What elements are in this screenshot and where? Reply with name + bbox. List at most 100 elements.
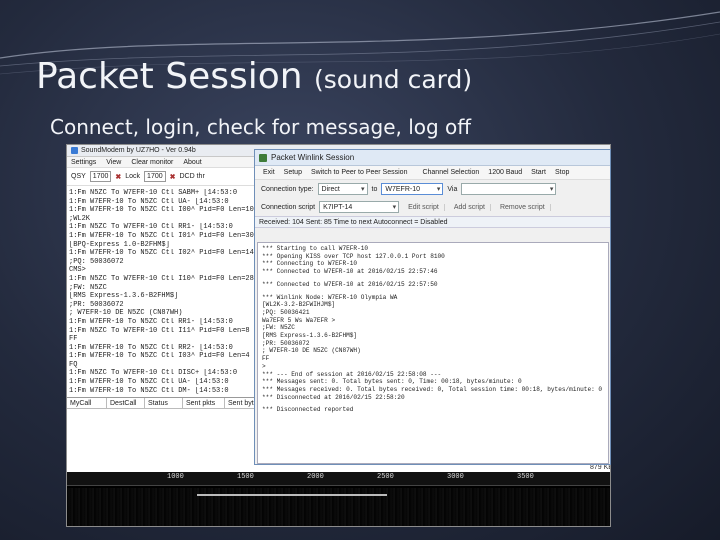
log-line: 1:Fm W7EFR-10 To N5ZC Ctl I00^ Pid=F0 Le… xyxy=(69,206,254,215)
sm-close-a-icon[interactable]: ✖ xyxy=(115,173,121,181)
log-line: [RMS Express-1.3.6-B2FHM$] xyxy=(262,332,358,340)
sm-col-status[interactable]: Status xyxy=(145,398,183,408)
log-line: [RMS Express-1.3.6-B2FHM$] xyxy=(69,292,179,301)
connection-script-select[interactable]: K7IPT-14 xyxy=(319,201,400,213)
sm-freq-a-input[interactable]: 1700 xyxy=(89,171,112,182)
log-line: CMS> xyxy=(69,266,86,275)
slide-title-suffix: (sound card) xyxy=(314,65,473,94)
slide-title: Packet Session (sound card) xyxy=(36,56,472,97)
edit-script-button[interactable]: Edit script xyxy=(403,203,445,211)
log-line: ;WL2K xyxy=(69,214,91,223)
sm-menu-settings[interactable]: Settings xyxy=(71,159,96,166)
via-select[interactable] xyxy=(461,183,557,195)
log-line: 1:Fm W7EFR-10 To N5ZC Ctl UA- [14:53:0 xyxy=(69,378,229,387)
waterfall-tick: 2000 xyxy=(307,473,324,481)
log-line: *** Connected to W7EFR-10 at 2016/02/15 … xyxy=(262,280,438,288)
log-line: 1:Fm N5ZC To W7EFR-10 Ctl SABM+ [14:53:0 xyxy=(69,189,238,197)
log-line: FF xyxy=(69,335,78,344)
log-line: ; W7EFR-10 DE N5ZC (CN87WH) xyxy=(262,347,361,355)
log-line: ; W7EFR-10 DE N5ZC (CN87WH) xyxy=(69,309,183,318)
pws-status-bar: Received: 104 Sent: 85 Time to next Auto… xyxy=(255,216,610,228)
log-line: Wa7EFR 5 Ws Wa7EFR > xyxy=(262,316,336,324)
log-line: ;PQ: 50036421 xyxy=(262,308,310,316)
log-line: [WL2K-3.2-B2FWIHJM$] xyxy=(262,301,336,309)
sm-close-b-icon[interactable]: ✖ xyxy=(170,173,176,181)
slide-title-main: Packet Session xyxy=(36,56,303,97)
sm-col-sent-pkts[interactable]: Sent pkts xyxy=(183,398,225,408)
log-line: ;PR: 50036072 xyxy=(69,300,124,309)
log-line: ;PQ: 50036072 xyxy=(69,257,124,266)
log-line: 1:Fm W7EFR-10 To N5ZC Ctl RR2- [14:53:0 xyxy=(69,343,233,352)
log-line: 1:Fm W7EFR-10 To N5ZC Ctl I01^ Pid=F0 Le… xyxy=(69,231,254,240)
log-line: FF xyxy=(262,355,270,363)
soundmodem-waterfall[interactable]: 1000 1500 2000 2500 3000 3500 xyxy=(67,472,610,526)
log-line: > xyxy=(262,362,266,370)
pws-start-button[interactable]: Start xyxy=(531,169,546,176)
sm-col-destcall[interactable]: DestCall xyxy=(107,398,145,408)
sm-col-mycall[interactable]: MyCall xyxy=(67,398,107,408)
log-line: 1:Fm W7EFR-10 To N5ZC Ctl UA- [14:53:0 xyxy=(69,197,229,206)
waterfall-tick: 3000 xyxy=(447,473,464,481)
waterfall-tuning-marker[interactable] xyxy=(197,494,387,496)
pws-menu-channel-selection[interactable]: Channel Selection xyxy=(422,169,479,176)
add-script-button[interactable]: Add script xyxy=(449,203,491,211)
pws-menu-switch-p2p[interactable]: Switch to Peer to Peer Session xyxy=(311,169,408,176)
connection-script-label: Connection script xyxy=(261,203,316,211)
pws-session-log[interactable]: *** Starting to call W7EFR-10 *** Opening… xyxy=(257,242,609,464)
log-line: *** Disconnected at 2016/02/15 22:58:20 xyxy=(262,393,405,401)
log-line: 1:Fm N5ZC To W7EFR-10 Ctl RR1- [14:53:0 xyxy=(69,223,233,232)
sm-freq-b-input[interactable]: 1700 xyxy=(144,171,166,182)
pws-stop-button[interactable]: Stop xyxy=(555,169,569,176)
via-label: Via xyxy=(447,185,458,193)
to-callsign-select[interactable]: W7EFR-10 xyxy=(381,183,444,195)
pws-menu-baud[interactable]: 1200 Baud xyxy=(488,169,522,176)
log-line: 1:Fm N5ZC To W7EFR-10 Ctl I10^ Pid=F0 Le… xyxy=(69,274,254,283)
log-line: *** Starting to call W7EFR-10 xyxy=(262,245,369,252)
sm-freq-b-label: Lock xyxy=(125,173,141,180)
connection-type-label: Connection type: xyxy=(261,185,314,193)
packet-winlink-session-window: Packet Winlink Session Exit Setup Switch… xyxy=(254,149,611,465)
pws-connection-row: Connection type: Direct to W7EFR-10 Via xyxy=(255,180,610,198)
log-line: ;FW: N5ZC xyxy=(262,324,295,332)
soundmodem-app-icon xyxy=(71,147,78,154)
waterfall-tick: 1000 xyxy=(167,473,184,481)
pws-menu-exit[interactable]: Exit xyxy=(263,169,275,176)
waterfall-tick: 2500 xyxy=(377,473,394,481)
log-line: 1:Fm W7EFR-10 To N5ZC Ctl I02^ Pid=F0 Le… xyxy=(69,249,254,258)
slide-bullet: Connect, login, check for message, log o… xyxy=(50,115,472,139)
log-line: *** Connecting to W7EFR-10 xyxy=(262,260,358,268)
sm-menu-view[interactable]: View xyxy=(106,159,121,166)
pws-menu-setup[interactable]: Setup xyxy=(284,169,302,176)
log-line: *** Disconnected reported xyxy=(262,406,354,414)
waterfall-frequency-scale: 1000 1500 2000 2500 3000 3500 xyxy=(67,472,610,486)
log-line: *** Connected to W7EFR-10 at 2016/02/15 … xyxy=(262,268,438,276)
log-line: *** Messages sent: 0. Total bytes sent: … xyxy=(262,378,522,386)
log-line: 1:Fm W7EFR-10 To N5ZC Ctl I03^ Pid=F0 Le… xyxy=(69,352,254,361)
sm-freq-a-label: QSY xyxy=(71,173,86,180)
log-line: [BPQ-Express 1.0-B2FHM$] xyxy=(69,240,170,249)
soundmodem-title: SoundModem by UZ7HO - Ver 0.94b xyxy=(81,147,196,154)
pws-app-icon xyxy=(259,153,267,162)
log-line: *** --- End of session at 2016/02/15 22:… xyxy=(262,370,442,378)
log-line: *** Opening KISS over TCP host 127.0.0.1… xyxy=(262,252,445,260)
remove-script-button[interactable]: Remove script xyxy=(495,203,551,211)
sm-menu-about[interactable]: About xyxy=(183,159,201,166)
pws-menubar: Exit Setup Switch to Peer to Peer Sessio… xyxy=(255,166,610,180)
sm-menu-clear-monitor[interactable]: Clear monitor xyxy=(131,159,173,166)
log-line: 1:Fm W7EFR-10 To N5ZC Ctl DM- [14:53:0 xyxy=(69,386,229,395)
pws-script-row: Connection script K7IPT-14 Edit script A… xyxy=(255,198,610,216)
log-line: ;FW: N5ZC xyxy=(69,283,107,292)
log-line: 1:Fm W7EFR-10 To N5ZC Ctl RR1- [14:53:0 xyxy=(69,317,233,326)
log-line: 1:Fm N5ZC To W7EFR-10 Ctl I11^ Pid=F0 Le… xyxy=(69,326,254,335)
log-line: 1:Fm N5ZC To W7EFR-10 Ctl DISC+ [14:53:0 xyxy=(69,369,238,378)
log-line: FQ xyxy=(69,360,78,369)
log-line: *** Messages received: 0. Total bytes re… xyxy=(262,385,603,393)
sm-dcd-label: DCD thr xyxy=(179,173,205,180)
to-label: to xyxy=(371,185,378,193)
sm-table-header: MyCall DestCall Status Sent pkts Sent by… xyxy=(67,398,267,409)
waterfall-tick: 3500 xyxy=(517,473,534,481)
connection-type-select[interactable]: Direct xyxy=(317,183,368,195)
pws-title: Packet Winlink Session xyxy=(271,153,355,162)
log-line: ;PR: 50036072 xyxy=(262,339,310,347)
pws-titlebar: Packet Winlink Session xyxy=(255,150,610,166)
